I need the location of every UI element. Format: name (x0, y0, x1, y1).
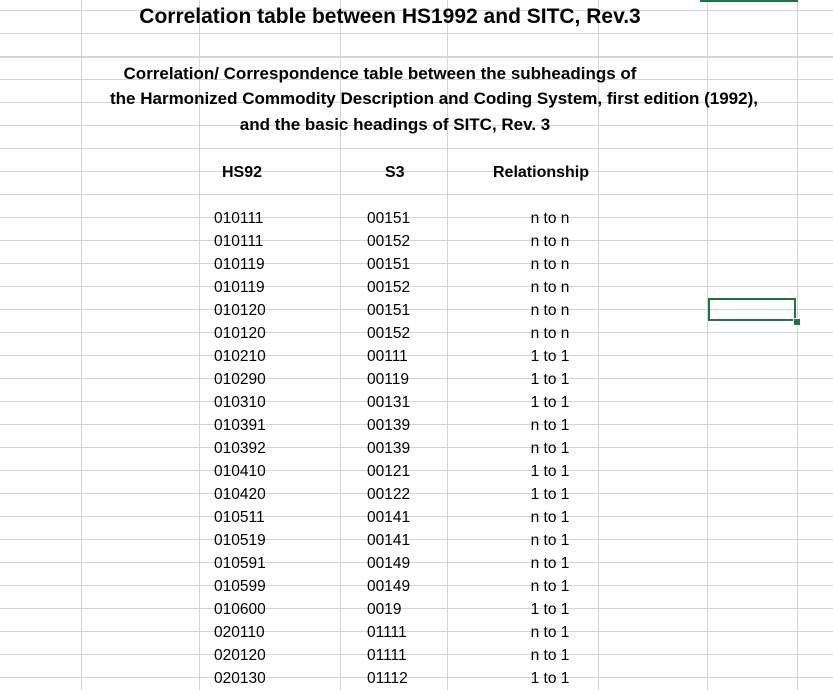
sheet-title: Correlation table between HS1992 and SIT… (139, 5, 641, 28)
hs-code-cell[interactable]: 010599 (214, 575, 266, 598)
header-relationship: Relationship (493, 164, 590, 181)
row-gridline (0, 194, 833, 195)
relationship-cell[interactable]: n to n (490, 276, 610, 299)
relationship-cell[interactable]: 1 to 1 (490, 598, 610, 621)
relationship-cell[interactable]: n to 1 (490, 644, 610, 667)
subtitle-line-1: Correlation/ Correspondence table betwee… (123, 64, 637, 83)
hs-code-cell[interactable]: 010591 (214, 552, 266, 575)
sitc-code-cell[interactable]: 00121 (367, 460, 427, 483)
relationship-cell[interactable]: n to 1 (490, 552, 610, 575)
relationship-cell[interactable]: 1 to 1 (490, 483, 610, 506)
header-s3: S3 (385, 164, 405, 181)
hs-code-cell[interactable]: 010410 (214, 460, 266, 483)
hs-code-cell[interactable]: 010420 (214, 483, 266, 506)
relationship-cell[interactable]: n to n (490, 299, 610, 322)
sitc-code-cell[interactable]: 00149 (367, 575, 427, 598)
sitc-code-cell[interactable]: 00152 (367, 230, 427, 253)
hs-code-cell[interactable]: 010120 (214, 322, 266, 345)
sitc-code-cell[interactable]: 00119 (367, 368, 427, 391)
subtitle-line-3: and the basic headings of SITC, Rev. 3 (239, 115, 551, 134)
hs-code-cell[interactable]: 010119 (214, 253, 265, 276)
relationship-cell[interactable]: 1 to 1 (490, 460, 610, 483)
hs-code-cell[interactable]: 010392 (214, 437, 266, 460)
row-gridline (0, 148, 833, 149)
hs-code-cell[interactable]: 010119 (214, 276, 265, 299)
hs-code-cell[interactable]: 010600 (214, 598, 266, 621)
hs-code-cell[interactable]: 010120 (214, 299, 266, 322)
hs-code-cell[interactable]: 020110 (214, 621, 265, 644)
hs-code-cell[interactable]: 010111 (214, 230, 263, 253)
spreadsheet-grid[interactable]: Correlation table between HS1992 and SIT… (0, 0, 833, 690)
relationship-cell[interactable]: n to 1 (490, 437, 610, 460)
sitc-code-cell[interactable]: 00151 (367, 207, 427, 230)
row-gridline (0, 171, 833, 172)
hs-code-cell[interactable]: 010111 (214, 207, 263, 230)
subtitle-line-2: the Harmonized Commodity Description and… (110, 89, 758, 108)
relationship-cell[interactable]: n to n (490, 207, 610, 230)
sitc-code-cell[interactable]: 00139 (367, 414, 427, 437)
relationship-cell[interactable]: n to n (490, 253, 610, 276)
hs-code-cell[interactable]: 010391 (214, 414, 266, 437)
relationship-cell[interactable]: 1 to 1 (490, 391, 610, 414)
sitc-code-cell[interactable]: 00131 (367, 391, 427, 414)
relationship-cell[interactable]: n to n (490, 322, 610, 345)
hs-code-cell[interactable]: 010310 (214, 391, 266, 414)
sitc-code-cell[interactable]: 01112 (367, 667, 427, 690)
sitc-code-cell[interactable]: 00152 (367, 322, 427, 345)
sitc-code-cell[interactable]: 00141 (367, 529, 427, 552)
row-gridline (0, 33, 833, 34)
relationship-cell[interactable]: 1 to 1 (490, 345, 610, 368)
relationship-cell[interactable]: n to 1 (490, 621, 610, 644)
row-gridline (0, 57, 833, 58)
sitc-code-cell[interactable]: 00149 (367, 552, 427, 575)
sitc-code-cell[interactable]: 01111 (367, 644, 427, 667)
sitc-code-cell[interactable]: 01111 (367, 621, 427, 644)
relationship-cell[interactable]: n to 1 (490, 414, 610, 437)
hs-code-cell[interactable]: 010511 (214, 506, 265, 529)
sitc-code-cell[interactable]: 00151 (367, 299, 427, 322)
hs-code-cell[interactable]: 010210 (214, 345, 266, 368)
relationship-cell[interactable]: n to 1 (490, 529, 610, 552)
hs-code-cell[interactable]: 010290 (214, 368, 266, 391)
fill-handle[interactable] (793, 318, 801, 326)
relationship-cell[interactable]: 1 to 1 (490, 667, 610, 690)
hs-code-cell[interactable]: 020120 (214, 644, 266, 667)
relationship-cell[interactable]: n to n (490, 230, 610, 253)
hs-code-cell[interactable]: 020130 (214, 667, 266, 690)
relationship-cell[interactable]: n to 1 (490, 506, 610, 529)
sitc-code-cell[interactable]: 00122 (367, 483, 427, 506)
sitc-code-cell[interactable]: 00139 (367, 437, 427, 460)
header-hs92: HS92 (222, 164, 263, 181)
relationship-cell[interactable]: 1 to 1 (490, 368, 610, 391)
sitc-code-cell[interactable]: 00111 (367, 345, 427, 368)
relationship-cell[interactable]: n to 1 (490, 575, 610, 598)
sitc-code-cell[interactable]: 00141 (367, 506, 427, 529)
selected-cell[interactable] (708, 298, 796, 321)
sitc-code-cell[interactable]: 00151 (367, 253, 427, 276)
sitc-code-cell[interactable]: 0019 (367, 598, 427, 621)
sitc-code-cell[interactable]: 00152 (367, 276, 427, 299)
hs-code-cell[interactable]: 010519 (214, 529, 266, 552)
